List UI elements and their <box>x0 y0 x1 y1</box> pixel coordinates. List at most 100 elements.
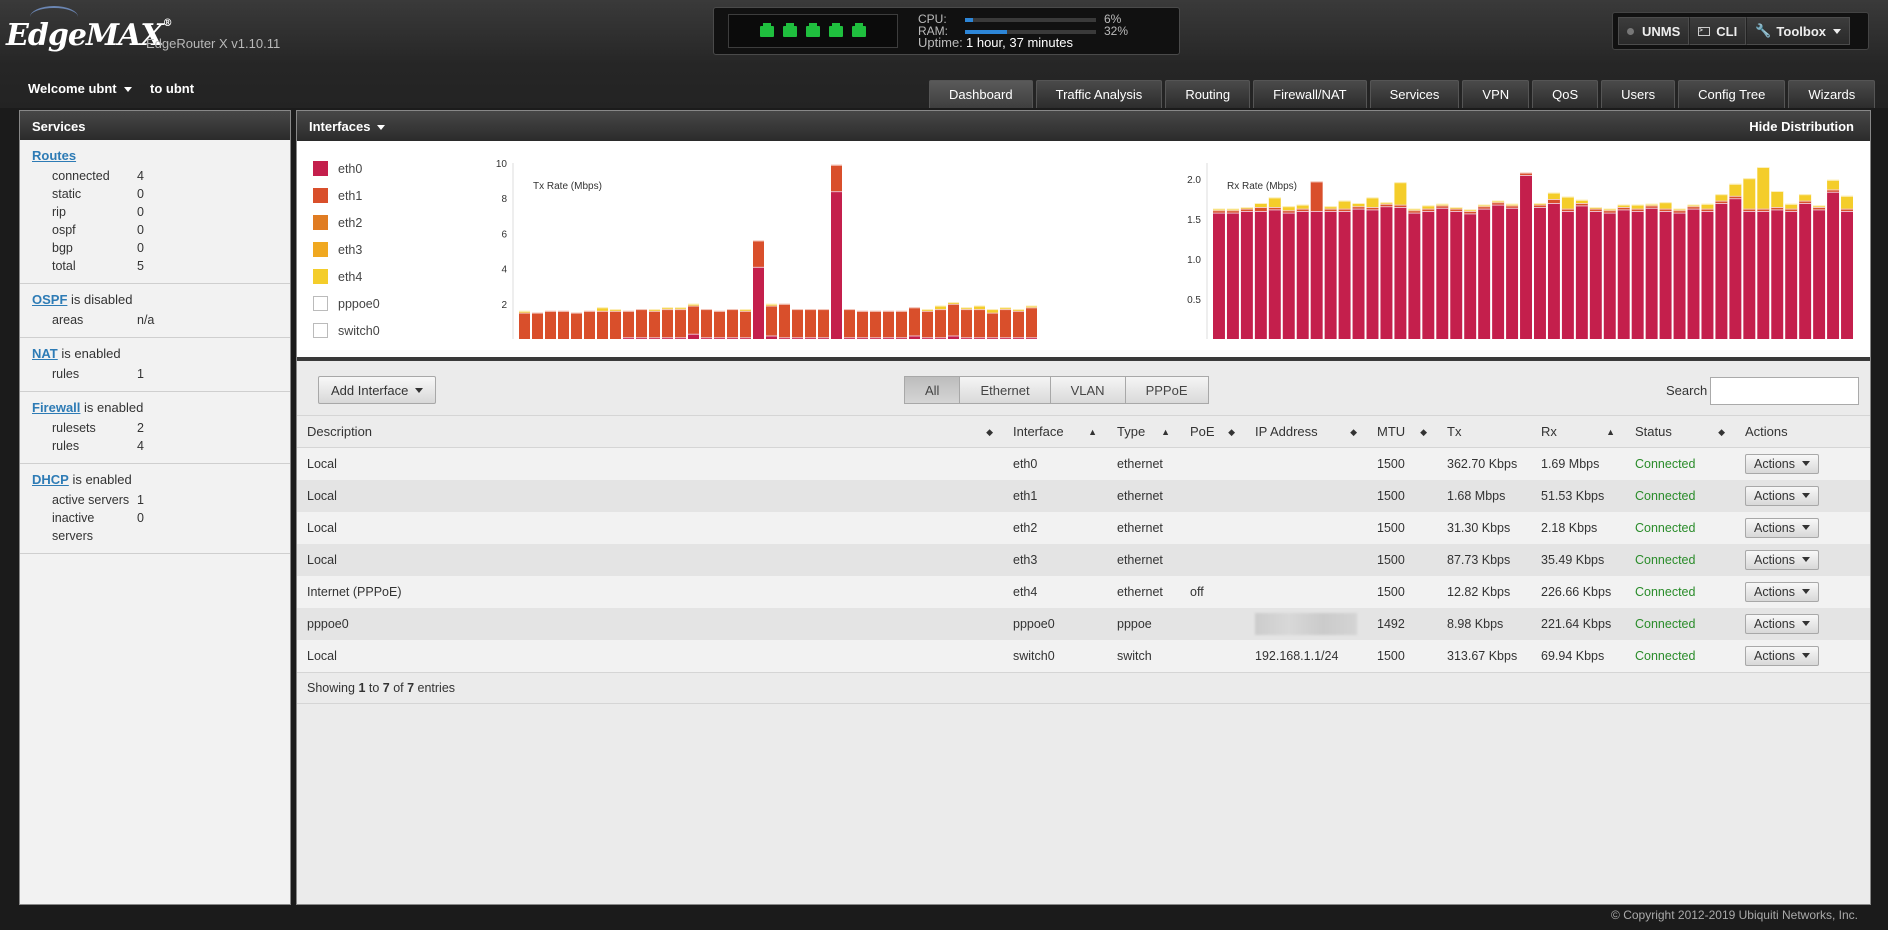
bar-separator <box>1561 196 1574 198</box>
cell-status: Connected <box>1625 543 1735 576</box>
bar-separator <box>987 312 998 314</box>
bar-segment-eth4 <box>1268 197 1281 207</box>
filter-ethernet-button[interactable]: Ethernet <box>959 376 1051 404</box>
legend-item[interactable]: switch0 <box>313 317 380 344</box>
bar-separator <box>1380 202 1393 204</box>
bar-separator <box>1464 209 1477 211</box>
bar-separator <box>1338 200 1351 202</box>
col-status[interactable]: Status ◆ <box>1625 415 1735 448</box>
bar-separator <box>1394 182 1407 184</box>
tab-services[interactable]: Services <box>1369 80 1460 108</box>
tab-wizards[interactable]: Wizards <box>1788 80 1876 108</box>
chevron-down-icon <box>1802 493 1810 498</box>
col-mtu[interactable]: MTU ◆ <box>1367 415 1437 448</box>
filter-pppoe-button[interactable]: PPPoE <box>1124 376 1209 404</box>
bar-separator <box>1841 208 1853 210</box>
bar-segment-eth0 <box>1478 208 1491 339</box>
col-type[interactable]: Type ▲ <box>1107 415 1180 448</box>
filter-vlan-button[interactable]: VLAN <box>1049 376 1126 404</box>
bar-segment-eth1 <box>571 312 582 339</box>
bar-separator <box>1492 200 1505 202</box>
bar-separator <box>1589 207 1602 208</box>
actions-button[interactable]: Actions <box>1745 549 1819 570</box>
bar-separator <box>688 333 699 335</box>
tab-firewall-nat[interactable]: Firewall/NAT <box>1253 80 1367 108</box>
legend-item[interactable]: eth4 <box>313 263 380 290</box>
wrench-icon: 🔧 <box>1755 23 1772 38</box>
routes-link[interactable]: Routes <box>32 148 76 163</box>
interfaces-table: Description ◆ Interface ▲ Type ▲ PoE ◆ IP Ad… <box>297 415 1870 672</box>
bar-segment-eth0 <box>831 191 842 339</box>
stat-value: n/a <box>137 313 155 327</box>
nat-link[interactable]: NAT <box>32 346 58 361</box>
bar-segment-eth1 <box>909 307 920 336</box>
col-rx[interactable]: Rx ▲ <box>1531 415 1625 448</box>
unms-button[interactable]: UNMS <box>1618 17 1690 45</box>
bar-segment-eth1 <box>753 240 764 267</box>
legend-item[interactable]: eth2 <box>313 209 380 236</box>
cli-button[interactable]: > CLI <box>1689 17 1747 45</box>
tab-config-tree[interactable]: Config Tree <box>1678 80 1786 108</box>
legend-item[interactable]: eth1 <box>313 182 380 209</box>
col-description[interactable]: Description ◆ <box>297 415 1003 448</box>
actions-button[interactable]: Actions <box>1745 485 1819 506</box>
toolbox-button[interactable]: 🔧 Toolbox <box>1746 17 1851 45</box>
bar-separator <box>662 307 673 309</box>
ospf-link[interactable]: OSPF <box>32 292 67 307</box>
legend-item[interactable]: eth3 <box>313 236 380 263</box>
welcome-user-menu[interactable]: Welcome ubnt <box>28 81 132 96</box>
legend-item[interactable]: pppoe0 <box>313 290 380 317</box>
dhcp-link[interactable]: DHCP <box>32 472 69 487</box>
bar-separator <box>753 240 764 242</box>
ospf-status: is disabled <box>67 292 133 307</box>
cell-tx: 1.68 Mbps <box>1437 479 1531 512</box>
bar-segment-eth1 <box>922 310 933 338</box>
col-interface[interactable]: Interface ▲ <box>1003 415 1107 448</box>
actions-button[interactable]: Actions <box>1745 613 1819 634</box>
bar-separator <box>636 309 647 311</box>
stat-key: static <box>52 187 82 201</box>
bar-separator <box>1785 208 1798 210</box>
bar-separator <box>1213 212 1225 214</box>
bar-separator <box>1729 195 1742 197</box>
actions-button[interactable]: Actions <box>1745 645 1819 666</box>
bar-segment-eth0 <box>1813 209 1826 339</box>
legend-item[interactable]: eth0 <box>313 155 380 182</box>
actions-button[interactable]: Actions <box>1745 453 1819 474</box>
actions-button[interactable]: Actions <box>1745 581 1819 602</box>
dhcp-status: is enabled <box>68 472 132 487</box>
bar-separator <box>740 310 751 312</box>
bar-segment-eth0 <box>1366 209 1379 339</box>
bar-separator <box>1213 208 1225 210</box>
tab-vpn[interactable]: VPN <box>1462 80 1530 108</box>
bar-separator <box>1813 207 1826 208</box>
bar-separator <box>1841 211 1853 212</box>
hide-distribution-link[interactable]: Hide Distribution <box>1749 119 1854 134</box>
tab-dashboard[interactable]: Dashboard <box>929 80 1033 108</box>
col-tx[interactable]: Tx <box>1437 415 1531 448</box>
actions-button[interactable]: Actions <box>1745 517 1819 538</box>
bar-segment-eth1 <box>727 309 738 338</box>
unms-status-dot-icon <box>1627 27 1634 35</box>
bar-separator <box>1000 309 1011 311</box>
tab-users[interactable]: Users <box>1601 80 1676 108</box>
bar-separator <box>1520 172 1532 174</box>
col-ip-address[interactable]: IP Address ◆ <box>1245 415 1367 448</box>
tab-traffic-analysis[interactable]: Traffic Analysis <box>1035 80 1163 108</box>
search-input[interactable] <box>1710 377 1859 405</box>
col-poe[interactable]: PoE ◆ <box>1180 415 1245 448</box>
tab-routing[interactable]: Routing <box>1165 80 1251 108</box>
cell-rx: 226.66 Kbps <box>1531 575 1625 608</box>
y-tick-label: 1.5 <box>1187 215 1201 226</box>
bar-separator <box>961 337 972 339</box>
cell-description: Local <box>297 447 1003 480</box>
bar-separator <box>1310 181 1323 183</box>
bar-segment-eth1 <box>675 309 686 338</box>
firewall-link[interactable]: Firewall <box>32 400 80 415</box>
filter-all-button[interactable]: All <box>904 376 961 404</box>
bar-segment-eth1 <box>766 305 777 336</box>
tab-qos[interactable]: QoS <box>1532 80 1599 108</box>
add-interface-button[interactable]: Add Interface <box>318 376 437 404</box>
port-icon <box>852 22 866 37</box>
interfaces-menu[interactable]: Interfaces <box>309 119 386 134</box>
